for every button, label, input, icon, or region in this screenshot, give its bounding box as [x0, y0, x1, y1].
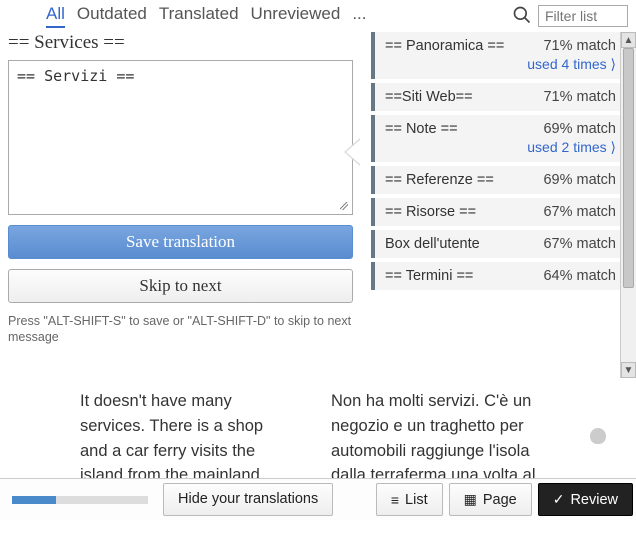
suggestion-title: Box dell'utente — [385, 236, 480, 252]
progress-fill — [12, 496, 56, 504]
tab-unreviewed[interactable]: Unreviewed — [251, 4, 341, 28]
editor-text: == Servizi == — [17, 67, 134, 85]
suggestion-title: == Panoramica == — [385, 38, 504, 54]
save-button[interactable]: Save translation — [8, 225, 353, 259]
suggestion-match: 67% match — [543, 204, 616, 220]
skip-button[interactable]: Skip to next — [8, 269, 353, 303]
tab-translated[interactable]: Translated — [159, 4, 239, 28]
review-button[interactable]: ✓ Review — [538, 483, 633, 516]
scrollbar[interactable]: ▲ ▼ — [620, 32, 636, 378]
suggestion-item[interactable]: == Note == 69% match used 2 times ⟩ — [371, 115, 626, 162]
shortcut-hint: Press "ALT-SHIFT-S" to save or "ALT-SHIF… — [8, 313, 353, 346]
suggestion-title: == Referenze == — [385, 172, 494, 188]
suggestion-used-link[interactable]: used 2 times ⟩ — [385, 139, 616, 156]
suggestion-used-link[interactable]: used 4 times ⟩ — [385, 56, 616, 73]
grid-icon: ▦ — [464, 491, 477, 508]
scroll-thumb[interactable] — [623, 48, 634, 288]
suggestion-item[interactable]: == Panoramica == 71% match used 4 times … — [371, 32, 626, 79]
tab-all[interactable]: All — [46, 4, 65, 28]
suggestion-item[interactable]: ==Siti Web== 71% match — [371, 83, 626, 111]
tab-outdated[interactable]: Outdated — [77, 4, 147, 28]
list-label: List — [405, 492, 428, 508]
suggestion-item[interactable]: == Referenze == 69% match — [371, 166, 626, 194]
suggestion-title: ==Siti Web== — [385, 89, 473, 105]
list-view-button[interactable]: ≡ List — [376, 483, 443, 516]
suggestion-title: == Note == — [385, 121, 458, 137]
tab-more[interactable]: ... — [352, 4, 366, 28]
suggestion-title: == Risorse == — [385, 204, 476, 220]
check-icon: ✓ — [553, 491, 565, 508]
context-target: Non ha molti servizi. C'è un negozio e u… — [331, 389, 546, 468]
scroll-up-icon[interactable]: ▲ — [621, 32, 636, 48]
suggestion-match: 69% match — [543, 172, 616, 188]
avatar-icon — [590, 428, 606, 444]
context-source: It doesn't have many services. There is … — [80, 389, 295, 468]
suggestion-match: 71% match — [543, 38, 616, 54]
page-label: Page — [483, 492, 517, 508]
suggestion-match: 67% match — [543, 236, 616, 252]
resize-handle-icon[interactable] — [340, 202, 348, 210]
suggestion-item[interactable]: Box dell'utente 67% match — [371, 230, 626, 258]
hide-translations-button[interactable]: Hide your translations — [163, 483, 333, 516]
progress-bar — [0, 479, 160, 520]
search-icon[interactable] — [512, 5, 532, 28]
list-icon: ≡ — [391, 492, 399, 508]
review-label: Review — [570, 492, 618, 508]
translation-editor[interactable]: == Servizi == — [8, 60, 353, 215]
page-view-button[interactable]: ▦ Page — [449, 483, 532, 516]
suggestions-list: == Panoramica == 71% match used 4 times … — [371, 32, 628, 373]
suggestion-match: 71% match — [543, 89, 616, 105]
suggestion-item[interactable]: == Termini == 64% match — [371, 262, 626, 290]
suggestion-match: 69% match — [543, 121, 616, 137]
suggestion-item[interactable]: == Risorse == 67% match — [371, 198, 626, 226]
suggestion-title: == Termini == — [385, 268, 473, 284]
source-heading: == Services == — [8, 32, 353, 54]
hide-label: Hide your translations — [178, 492, 318, 508]
pointer-icon — [344, 138, 360, 166]
suggestion-match: 64% match — [543, 268, 616, 284]
filter-input[interactable] — [538, 5, 628, 27]
